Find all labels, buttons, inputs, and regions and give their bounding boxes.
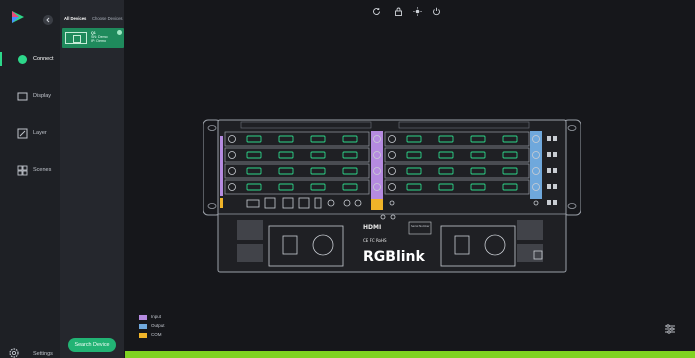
device-panel: All Devices Choose Devices Q1 SN: Demo I… xyxy=(60,0,124,358)
connect-icon xyxy=(18,55,27,64)
app-logo-icon xyxy=(12,11,24,23)
display-icon xyxy=(17,92,28,101)
output-column xyxy=(530,131,542,199)
settings-label: Settings xyxy=(33,351,53,357)
nav-item-label: Scenes xyxy=(33,167,52,173)
com-strip xyxy=(220,198,223,208)
progress-fill xyxy=(125,351,695,358)
device-ip: IP: Demo xyxy=(91,39,106,43)
input-column xyxy=(371,131,383,199)
hdmi-logo: HDMI xyxy=(363,224,381,231)
legend-label: Output xyxy=(151,323,165,328)
collapse-panel-icon[interactable] xyxy=(43,15,53,25)
lock-icon[interactable] xyxy=(394,7,403,16)
gear-icon xyxy=(9,348,19,358)
nav-item-label: Connect xyxy=(33,56,54,62)
app-window: Connect Display Layer Scenes Settings Al… xyxy=(0,0,695,358)
layer-icon xyxy=(17,128,28,139)
device-rear-panel: HDMI CE FC RoHS RGBlink Serial Number xyxy=(203,119,581,273)
device-status-icon xyxy=(117,30,122,35)
legend-label: COM xyxy=(151,332,162,337)
brand-logo: RGBlink xyxy=(363,249,426,265)
active-marker xyxy=(0,52,2,66)
nav-item-layer[interactable]: Layer xyxy=(0,120,60,150)
device-thumbnail-icon xyxy=(65,32,87,44)
legend-label: Input xyxy=(151,314,162,319)
progress-bar xyxy=(125,351,695,358)
left-nav: Connect Display Layer Scenes Settings xyxy=(0,0,60,358)
nav-item-connect[interactable]: Connect xyxy=(0,46,60,76)
cert-logos: CE FC RoHS xyxy=(363,238,387,243)
com-column xyxy=(371,199,383,210)
nav-item-label: Display xyxy=(33,93,52,99)
nav-item-scenes[interactable]: Scenes xyxy=(0,157,60,187)
nav-item-display[interactable]: Display xyxy=(0,83,60,113)
serial-number-label: Serial Number xyxy=(411,224,431,228)
nav-item-label: Layer xyxy=(33,130,47,136)
device-card[interactable]: Q1 SN: Demo IP: Demo xyxy=(62,28,124,48)
legend-swatch xyxy=(139,315,147,320)
scenes-icon xyxy=(17,165,28,176)
adjust-settings-icon[interactable] xyxy=(664,323,676,335)
legend-swatch xyxy=(139,324,147,329)
input-strip xyxy=(220,136,223,196)
search-device-button[interactable]: Search Device xyxy=(68,338,116,352)
refresh-icon[interactable] xyxy=(372,7,381,16)
device-tabs: All Devices Choose Devices xyxy=(60,16,124,26)
tab-all-devices[interactable]: All Devices xyxy=(64,16,86,21)
tab-choose-devices[interactable]: Choose Devices xyxy=(92,16,123,21)
legend-swatch xyxy=(139,333,147,338)
power-icon[interactable] xyxy=(432,7,441,16)
sun-icon[interactable] xyxy=(413,7,422,16)
device-info: Q1 SN: Demo IP: Demo xyxy=(91,31,108,43)
nav-item-settings[interactable]: Settings xyxy=(0,340,60,358)
